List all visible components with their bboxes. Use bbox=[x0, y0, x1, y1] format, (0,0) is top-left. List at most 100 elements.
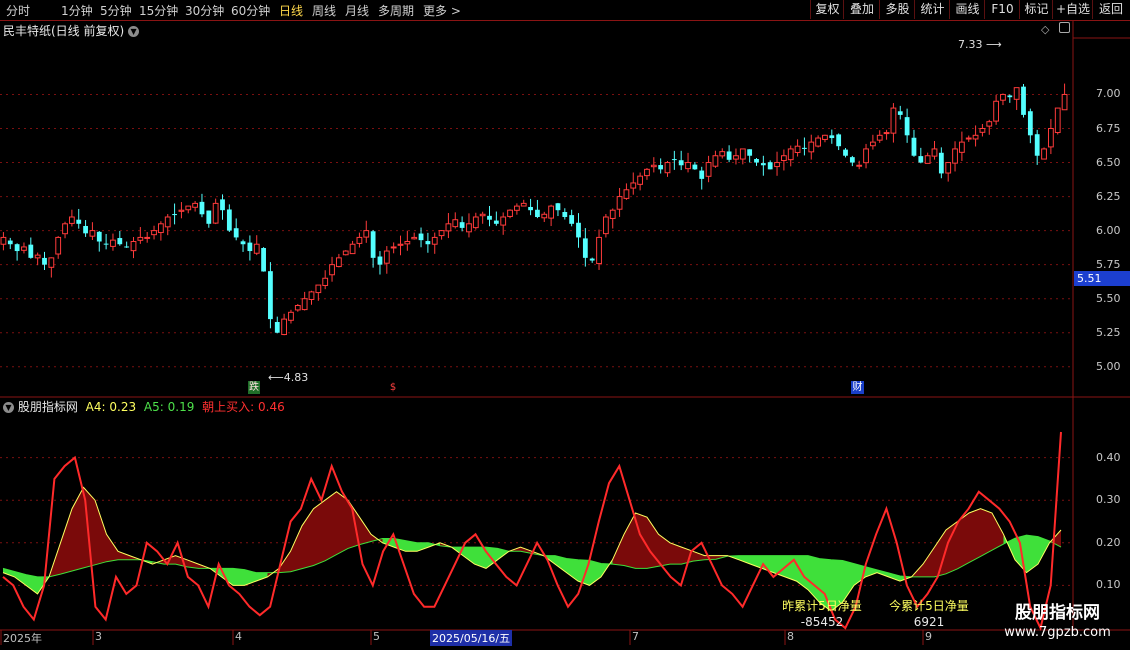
candle-body-up bbox=[164, 216, 171, 228]
candle-body-up bbox=[863, 148, 869, 164]
candle-body-up bbox=[322, 277, 329, 286]
event-marker[interactable]: 财 bbox=[851, 381, 864, 394]
candle-body-up bbox=[623, 189, 630, 199]
candle-body-down bbox=[843, 149, 848, 156]
event-marker[interactable]: $ bbox=[389, 381, 397, 394]
indicator-fill-red bbox=[313, 500, 325, 566]
candle-body-down bbox=[103, 243, 109, 245]
indicator-fill-green bbox=[1026, 535, 1038, 573]
candle-body-up bbox=[856, 164, 863, 167]
candle-body-up bbox=[342, 250, 349, 256]
net-volume-yesterday: 昨累计5日净量 -85452 bbox=[781, 598, 863, 630]
candle-body-down bbox=[247, 242, 253, 252]
candle-body-down bbox=[699, 170, 705, 179]
candle-body-down bbox=[226, 209, 232, 231]
candle-body-up bbox=[924, 155, 931, 164]
time-tick-label: 8 bbox=[787, 630, 794, 643]
chart-canvas[interactable] bbox=[0, 0, 1130, 650]
indicator-fill-red bbox=[624, 512, 636, 569]
candle-body-up bbox=[1061, 93, 1068, 111]
candle-body-up bbox=[55, 236, 62, 255]
candle-body-up bbox=[356, 236, 363, 244]
net-today-value: 6921 bbox=[913, 615, 945, 629]
candle-body-up bbox=[869, 141, 876, 147]
candle-body-down bbox=[528, 206, 533, 211]
candle-body-up bbox=[253, 243, 260, 254]
candle-body-down bbox=[1027, 111, 1033, 136]
candle-body-down bbox=[1034, 134, 1040, 156]
price-tick-label: 5.25 bbox=[1096, 325, 1121, 339]
candle-body-down bbox=[678, 160, 684, 166]
candle-body-up bbox=[185, 205, 192, 211]
event-marker[interactable]: 跌 bbox=[248, 381, 260, 394]
candle-body-up bbox=[472, 216, 479, 229]
a5-value: A5: 0.19 bbox=[143, 400, 195, 414]
candle-body-down bbox=[802, 147, 807, 149]
candle-body-down bbox=[206, 210, 212, 224]
candle-body-up bbox=[157, 223, 164, 234]
candle-body-down bbox=[1007, 95, 1013, 98]
candle-body-up bbox=[890, 107, 897, 134]
candle-body-up bbox=[335, 257, 342, 268]
candle-body-up bbox=[500, 216, 507, 226]
candle-body-up bbox=[630, 182, 637, 189]
candle-body-down bbox=[938, 152, 944, 174]
candle-body-down bbox=[836, 134, 842, 147]
candle-body-up bbox=[650, 164, 657, 168]
corner-icons: ◇ bbox=[1041, 22, 1070, 36]
candle-body-down bbox=[692, 164, 698, 170]
candle-body-up bbox=[192, 202, 199, 208]
candle-body-down bbox=[377, 256, 383, 265]
candle-body-up bbox=[68, 216, 75, 224]
indicator-fill-red bbox=[635, 512, 647, 569]
diamond-icon[interactable]: ◇ bbox=[1041, 23, 1049, 36]
candle-body-up bbox=[664, 162, 671, 174]
window-toggle-icon[interactable] bbox=[1058, 22, 1070, 33]
candle-body-down bbox=[897, 111, 903, 115]
indicator-fill-red bbox=[60, 508, 72, 575]
candle-body-up bbox=[780, 155, 787, 161]
candle-body-down bbox=[582, 238, 588, 258]
price-tick-label: 6.50 bbox=[1096, 155, 1121, 169]
indicator-fill-red bbox=[118, 551, 130, 560]
candle-body-down bbox=[220, 199, 225, 211]
candle-body-down bbox=[589, 258, 595, 261]
candle-body-up bbox=[602, 216, 609, 235]
candle-body-up bbox=[822, 134, 828, 140]
candle-body-up bbox=[972, 134, 979, 140]
candle-body-down bbox=[76, 219, 82, 224]
indicator-title: ▼ 股朋指标网 A4: 0.23 A5: 0.19 朝上买入: 0.46 bbox=[3, 398, 285, 415]
chevron-down-icon[interactable]: ▼ bbox=[3, 402, 14, 413]
indicator-fill-red bbox=[980, 508, 992, 557]
candle-body-up bbox=[815, 137, 822, 147]
candle-body-down bbox=[535, 209, 540, 217]
candle-body-up bbox=[1013, 87, 1020, 100]
indicator-fill-red bbox=[290, 525, 302, 572]
candle-body-up bbox=[151, 230, 157, 236]
candle-body-up bbox=[144, 236, 151, 239]
candle-body-up bbox=[0, 236, 7, 245]
price-tick-label: 5.50 bbox=[1096, 291, 1121, 305]
candle-body-up bbox=[637, 175, 644, 185]
watermark: 股朋指标网 www.7gpzb.com bbox=[985, 601, 1130, 645]
candle-body-down bbox=[233, 228, 239, 238]
candle-body-up bbox=[507, 209, 513, 217]
candle-body-down bbox=[370, 231, 376, 258]
candle-body-up bbox=[993, 100, 1000, 122]
candle-body-up bbox=[349, 243, 356, 255]
candle-body-down bbox=[849, 157, 855, 163]
candle-body-down bbox=[261, 248, 266, 272]
candle-body-up bbox=[466, 223, 472, 233]
candle-body-down bbox=[28, 244, 34, 258]
candle-body-down bbox=[117, 238, 123, 245]
candle-body-up bbox=[383, 250, 390, 264]
price-tick-label: 6.00 bbox=[1096, 223, 1121, 237]
candle-body-down bbox=[904, 117, 910, 136]
candle-body-up bbox=[308, 291, 315, 300]
indicator-fill-red bbox=[969, 508, 981, 563]
candle-body-up bbox=[952, 148, 958, 164]
candle-body-up bbox=[363, 230, 370, 238]
candle-body-up bbox=[397, 243, 404, 246]
candle-body-up bbox=[390, 246, 397, 249]
candle-body-up bbox=[733, 155, 739, 160]
